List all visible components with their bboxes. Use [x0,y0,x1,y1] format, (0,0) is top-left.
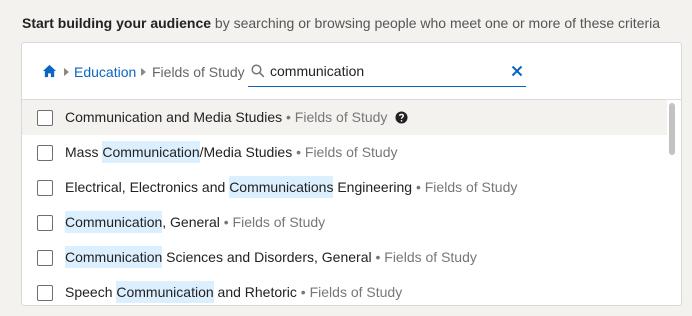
scrollbar-thumb[interactable] [669,103,675,155]
list-item[interactable]: Mass Communication/Media Studies • Field… [22,135,667,170]
search-highlight: Communications [229,176,334,198]
audience-panel: Education Fields of Study Communication … [21,42,682,306]
result-text-pre: Mass [65,144,103,160]
result-text-pre: Speech [65,284,117,300]
result-category: • Fields of Study [412,179,518,195]
results-list: Communication and Media Studies • Fields… [22,100,667,305]
checkbox[interactable] [37,285,53,301]
checkbox[interactable] [37,250,53,266]
result-label: Speech Communication and Rhetoric • Fiel… [65,281,403,303]
list-item[interactable]: Communication and Media Studies • Fields… [22,100,667,135]
result-label: Electrical, Electronics and Communicatio… [65,176,518,198]
checkbox[interactable] [37,180,53,196]
search-highlight: Communication [116,281,214,303]
result-text-pre: Electrical, Electronics and [65,179,230,195]
result-label: Communication and Media Studies • Fields… [65,109,408,125]
chevron-right-icon [64,68,69,76]
result-category: • Fields of Study [296,284,403,300]
result-label: Mass Communication/Media Studies • Field… [65,141,398,163]
search-highlight: Communication [102,141,200,163]
search-input[interactable] [270,61,490,81]
help-icon[interactable] [395,111,408,124]
checkbox[interactable] [37,215,53,231]
search-field[interactable] [248,59,526,87]
search-bar: Education Fields of Study [22,43,681,100]
result-text-post: Engineering [333,179,413,195]
search-highlight: Communication [65,211,163,233]
list-item[interactable]: Speech Communication and Rhetoric • Fiel… [22,275,667,305]
close-icon[interactable] [511,65,523,77]
intro-rest: by searching or browsing people who meet… [211,15,661,31]
search-highlight: Communication [65,246,163,268]
result-text-post: /Media Studies [199,144,293,160]
result-text-post: and Rhetoric [213,284,297,300]
breadcrumb-education[interactable]: Education [74,64,136,80]
intro-text: Start building your audience by searchin… [22,15,660,31]
home-icon[interactable] [42,64,57,78]
result-text-post: Sciences and Disorders, General [162,249,372,265]
result-category: • Fields of Study [219,214,326,230]
result-category: • Fields of Study [282,109,388,125]
list-item[interactable]: Electrical, Electronics and Communicatio… [22,170,667,205]
breadcrumb-current: Fields of Study [152,64,245,80]
result-category: • Fields of Study [292,144,398,160]
search-icon [251,64,265,78]
result-label: Communication, General • Fields of Study [65,211,326,233]
checkbox[interactable] [37,145,53,161]
result-label: Communication Sciences and Disorders, Ge… [65,246,477,268]
list-item[interactable]: Communication Sciences and Disorders, Ge… [22,240,667,275]
result-text-post: , General [162,214,220,230]
checkbox[interactable] [37,110,53,126]
result-category: • Fields of Study [371,249,477,265]
chevron-right-icon [141,68,146,76]
intro-bold: Start building your audience [22,15,212,31]
result-text: Communication and Media Studies [65,109,283,125]
list-item[interactable]: Communication, General • Fields of Study [22,205,667,240]
